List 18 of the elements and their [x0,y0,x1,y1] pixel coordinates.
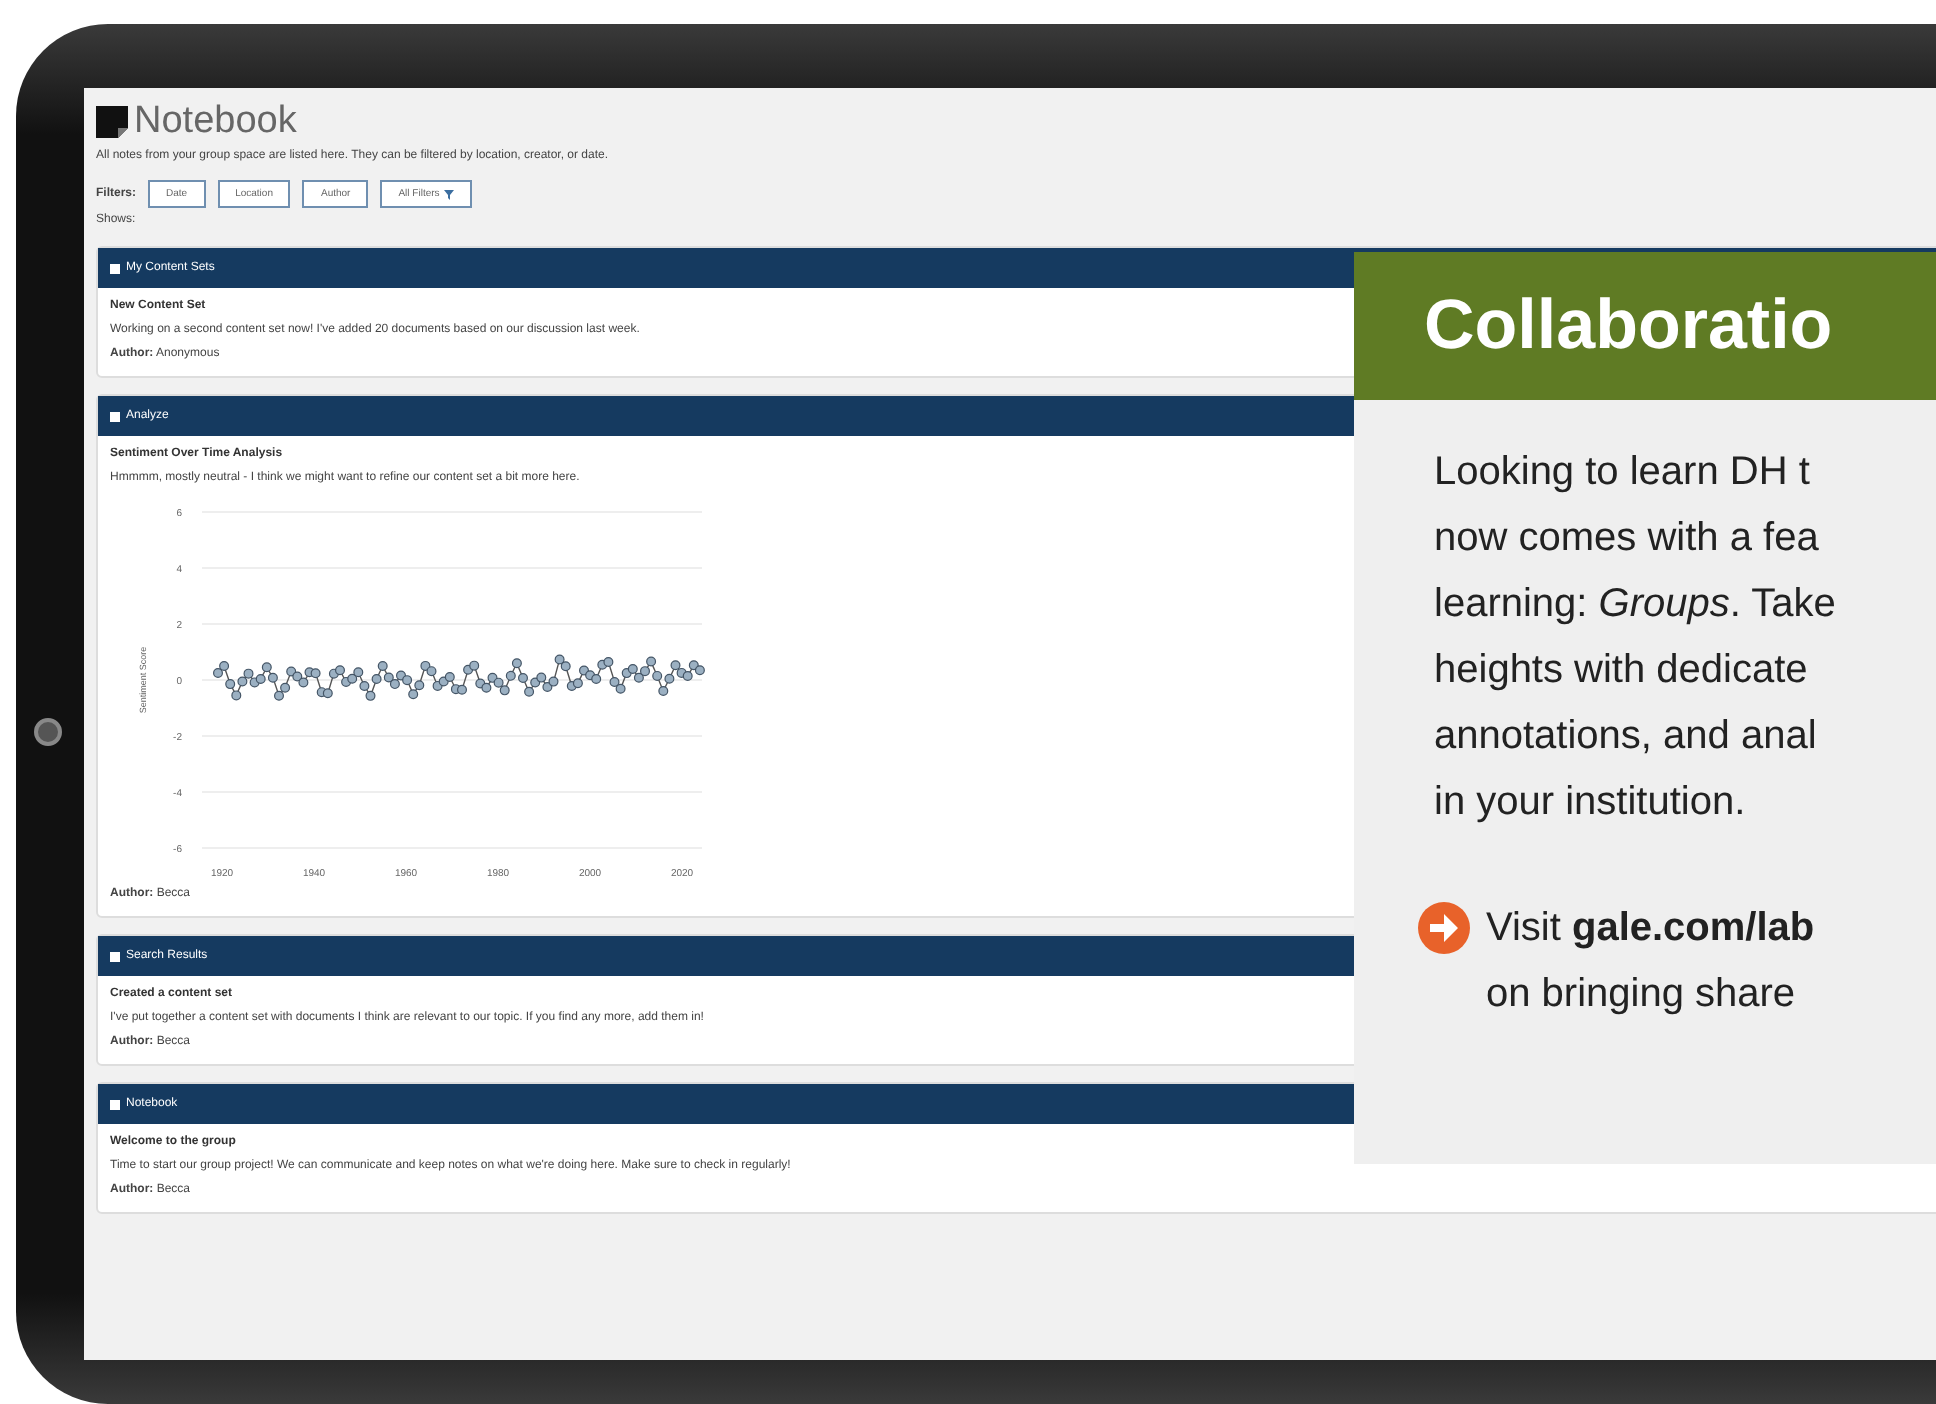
promo-text-line: now comes with a fea [1434,514,1821,564]
promo-text-line: heights with dedicate [1434,646,1810,696]
promo-text-line: learning: Groups. Take [1434,580,1838,630]
filter-icon [443,189,454,199]
promo-text-line: annotations, and anal [1434,712,1819,762]
square-icon [110,411,120,421]
promo-text-line: in your institution. [1434,778,1748,828]
page-title: Notebook [134,100,297,144]
square-icon [110,263,120,273]
square-icon [110,1099,120,1109]
promo-link-line: on bringing share [1486,970,1798,1020]
square-icon [110,951,120,961]
promo-title: Collaboratio [1424,286,1833,366]
notebook-icon [96,106,128,138]
arrow-circle-icon [1418,902,1470,954]
promo-text-line: Looking to learn DH t [1434,448,1812,498]
camera-icon [34,718,62,746]
promo-link-line: Visit gale.com/lab [1486,904,1815,954]
